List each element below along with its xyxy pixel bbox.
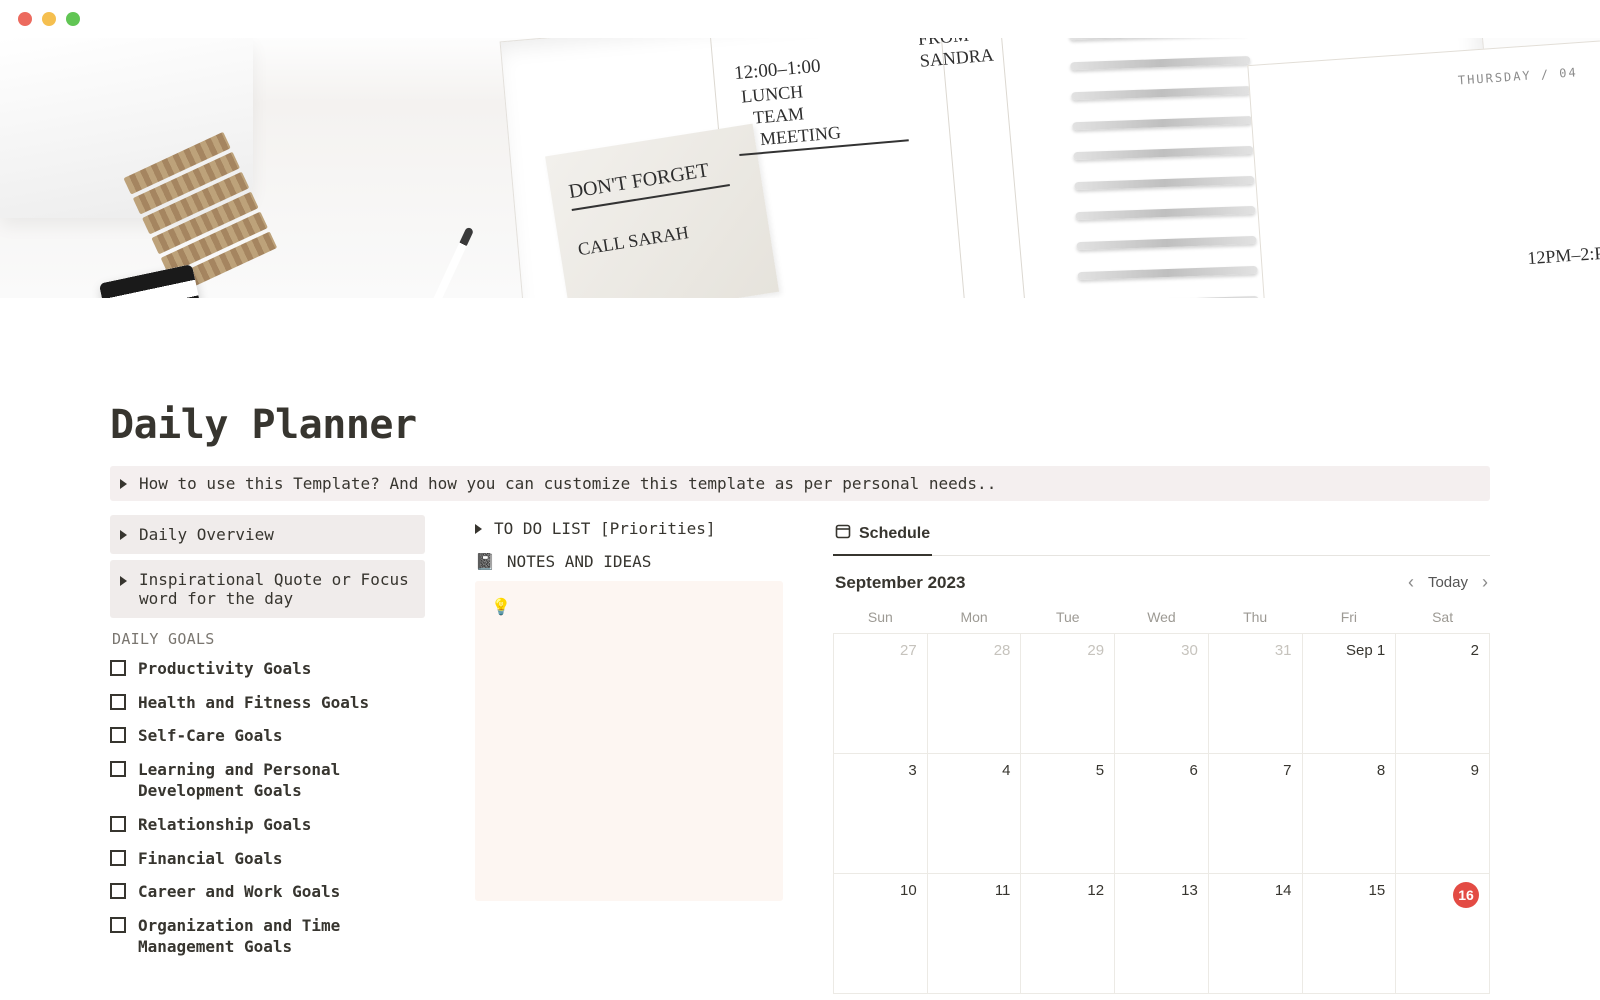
calendar-cell[interactable]: 9 [1396, 754, 1490, 874]
traffic-light-minimize[interactable] [42, 12, 56, 26]
goal-item: Self-Care Goals [110, 725, 425, 747]
weekday-header: Thu [1208, 603, 1302, 634]
calendar-icon [835, 523, 851, 544]
goal-label: Health and Fitness Goals [138, 692, 369, 714]
toggle-daily-overview[interactable]: Daily Overview [110, 515, 425, 554]
toggle-label: Inspirational Quote or Focus word for th… [139, 570, 415, 608]
weekday-header: Mon [927, 603, 1021, 634]
weekday-header: Sat [1396, 603, 1490, 634]
checkbox[interactable] [110, 660, 126, 676]
toggle-how-to-use[interactable]: How to use this Template? And how you ca… [110, 466, 1490, 501]
chevron-right-icon[interactable]: › [1482, 572, 1488, 593]
weekday-header: Tue [1021, 603, 1115, 634]
cover-image: DON'T FORGET CALL SARAH 12:00–1:00 LUNCH… [0, 38, 1600, 298]
heading-daily-goals: DAILY GOALS [112, 630, 425, 648]
calendar-cell[interactable]: 16 [1396, 874, 1490, 994]
checkbox[interactable] [110, 816, 126, 832]
goal-item: Career and Work Goals [110, 881, 425, 903]
traffic-light-zoom[interactable] [66, 12, 80, 26]
goal-label: Relationship Goals [138, 814, 311, 836]
caret-right-icon [120, 576, 127, 586]
goal-label: Financial Goals [138, 848, 283, 870]
goal-label: Organization and Time Management Goals [138, 915, 425, 958]
toggle-todo-list[interactable]: TO DO LIST [Priorities] [475, 515, 783, 548]
goal-item: Financial Goals [110, 848, 425, 870]
cover-text: 12PM–2:PM [1527, 241, 1600, 271]
notes-callout[interactable]: 💡 [475, 581, 783, 901]
caret-right-icon [120, 530, 127, 540]
calendar-cell[interactable]: 12 [1021, 874, 1115, 994]
checkbox[interactable] [110, 694, 126, 710]
goal-item: Organization and Time Management Goals [110, 915, 425, 958]
toggle-inspirational-quote[interactable]: Inspirational Quote or Focus word for th… [110, 560, 425, 618]
goal-item: Health and Fitness Goals [110, 692, 425, 714]
cover-text: CALL SARAH [576, 221, 690, 262]
view-tabs: Schedule [833, 515, 1490, 556]
toggle-label: Daily Overview [139, 525, 274, 544]
window-titlebar [0, 0, 1600, 38]
toggle-label: TO DO LIST [Priorities] [494, 519, 716, 538]
weekday-header: Wed [1115, 603, 1209, 634]
calendar-cell[interactable]: 11 [927, 874, 1021, 994]
today-indicator: 16 [1453, 882, 1479, 908]
calendar-cell[interactable]: 30 [1115, 634, 1209, 754]
checkbox[interactable] [110, 850, 126, 866]
notes-label: NOTES AND IDEAS [507, 552, 652, 571]
lightbulb-icon: 💡 [491, 597, 511, 616]
calendar-cell[interactable]: 29 [1021, 634, 1115, 754]
caret-right-icon [475, 524, 482, 534]
calendar-cell[interactable]: 4 [927, 754, 1021, 874]
checkbox[interactable] [110, 727, 126, 743]
calendar-cell[interactable]: Sep 1 [1302, 634, 1396, 754]
checkbox[interactable] [110, 917, 126, 933]
calendar-cell[interactable]: 15 [1302, 874, 1396, 994]
calendar-month-label: September 2023 [835, 573, 965, 593]
goal-item: Productivity Goals [110, 658, 425, 680]
caret-right-icon [120, 479, 127, 489]
today-button[interactable]: Today [1428, 574, 1468, 591]
toggle-label: How to use this Template? And how you ca… [139, 474, 996, 493]
calendar-cell[interactable]: 5 [1021, 754, 1115, 874]
calendar-cell[interactable]: 28 [927, 634, 1021, 754]
cover-text: THURSDAY / 04 [1458, 65, 1579, 87]
goal-label: Productivity Goals [138, 658, 311, 680]
chevron-left-icon[interactable]: ‹ [1408, 572, 1414, 593]
calendar-cell[interactable]: 10 [834, 874, 928, 994]
calendar-cell[interactable]: 2 [1396, 634, 1490, 754]
page-title: Daily Planner [110, 402, 1490, 448]
goal-label: Self-Care Goals [138, 725, 283, 747]
calendar-cell[interactable]: 8 [1302, 754, 1396, 874]
weekday-header: Sun [834, 603, 928, 634]
calendar-cell[interactable]: 7 [1208, 754, 1302, 874]
checkbox[interactable] [110, 883, 126, 899]
calendar-grid: SunMonTueWedThuFriSat 2728293031Sep 12 34… [833, 603, 1490, 994]
checkbox[interactable] [110, 761, 126, 777]
tab-label: Schedule [859, 525, 930, 543]
notepad-icon: 📓 [475, 552, 495, 571]
goal-item: Relationship Goals [110, 814, 425, 836]
calendar-cell[interactable]: 31 [1208, 634, 1302, 754]
calendar-cell[interactable]: 14 [1208, 874, 1302, 994]
traffic-light-close[interactable] [18, 12, 32, 26]
tab-schedule[interactable]: Schedule [833, 515, 932, 556]
calendar-cell[interactable]: 6 [1115, 754, 1209, 874]
goal-label: Learning and Personal Development Goals [138, 759, 425, 802]
calendar-cell[interactable]: 3 [834, 754, 928, 874]
weekday-header: Fri [1302, 603, 1396, 634]
calendar-cell[interactable]: 27 [834, 634, 928, 754]
calendar-cell[interactable]: 13 [1115, 874, 1209, 994]
heading-notes-and-ideas: 📓 NOTES AND IDEAS [475, 548, 783, 581]
goal-label: Career and Work Goals [138, 881, 340, 903]
goal-item: Learning and Personal Development Goals [110, 759, 425, 802]
